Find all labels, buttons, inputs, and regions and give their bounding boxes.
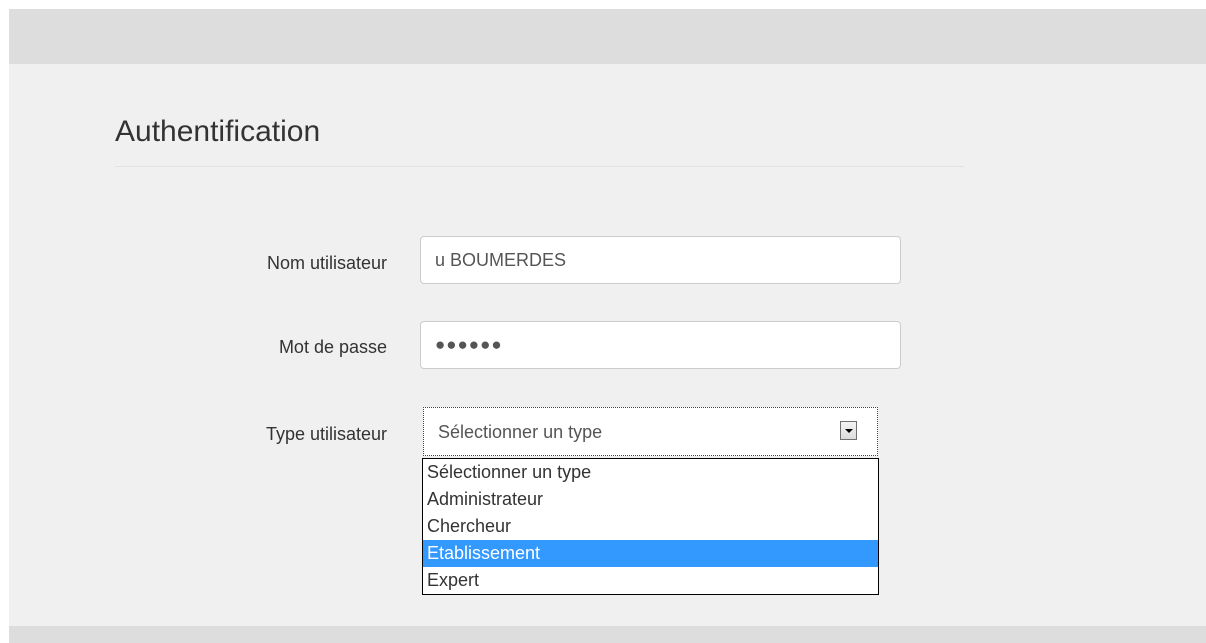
top-bar	[9, 9, 1206, 64]
password-input[interactable]: ●●●●●●	[420, 321, 901, 369]
user-type-select-value: Sélectionner un type	[438, 422, 603, 442]
username-input[interactable]	[420, 236, 901, 284]
username-label: Nom utilisateur	[266, 253, 387, 273]
password-label: Mot de passe	[278, 337, 387, 357]
user-type-select[interactable]: Sélectionner un type	[423, 407, 878, 456]
user-type-label: Type utilisateur	[265, 424, 387, 444]
user-type-option[interactable]: Sélectionner un type	[423, 459, 878, 486]
page-title: Authentification	[115, 115, 321, 148]
page: Authentification Nom utilisateur Mot de …	[0, 0, 1206, 643]
user-type-option[interactable]: Expert	[423, 567, 878, 594]
user-type-option[interactable]: Administrateur	[423, 486, 878, 513]
title-divider	[115, 166, 964, 167]
user-type-option[interactable]: Etablissement	[423, 540, 878, 567]
user-type-option[interactable]: Chercheur	[423, 513, 878, 540]
bottom-bar	[9, 626, 1206, 643]
user-type-dropdown-list: Sélectionner un type Administrateur Cherch…	[422, 458, 879, 595]
dropdown-arrow-icon[interactable]	[840, 421, 857, 440]
